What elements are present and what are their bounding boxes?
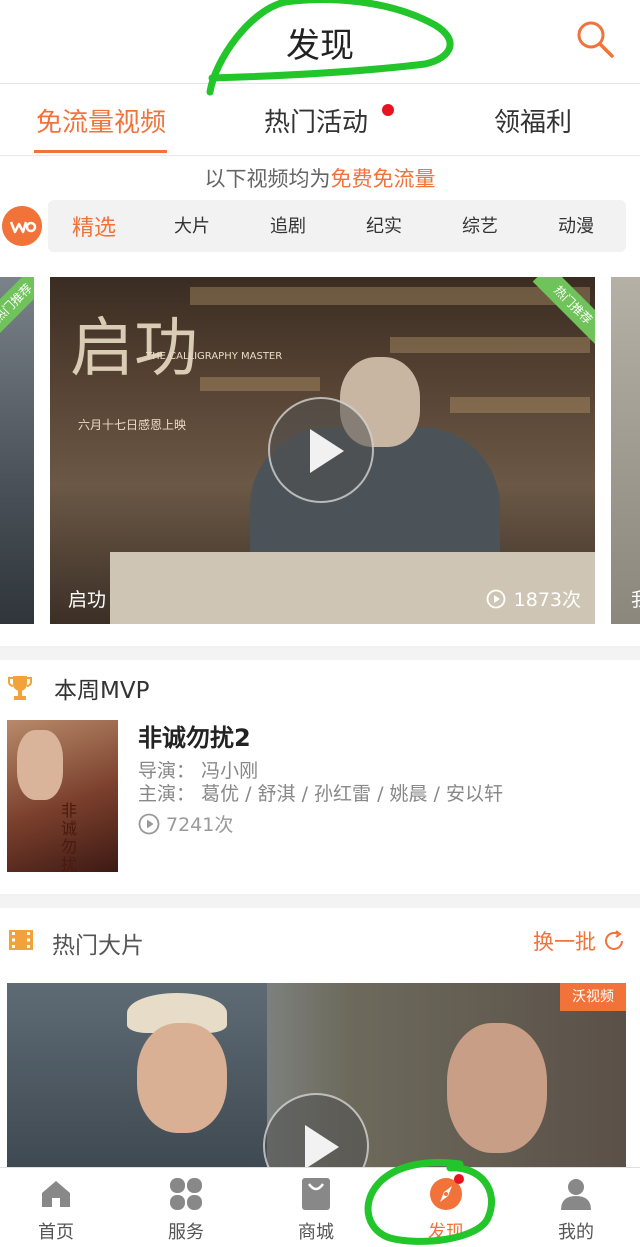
home-icon [42,1181,70,1207]
background-shelf [390,337,590,353]
mvp-section-title: 本周MVP [54,678,150,704]
nav-item-discover[interactable]: 发现 [396,1174,496,1244]
wo-video-badge: 沃视频 [560,983,626,1011]
free-traffic-notice: 以下视频均为免费免流量 [0,163,640,193]
wo-video-logo-icon [2,206,42,246]
play-icon [305,1125,339,1169]
mvp-poster[interactable]: 非诚勿扰II [7,720,118,872]
play-count-icon [486,589,506,608]
hot-recommend-badge: 热门推荐 [0,277,34,344]
mvp-view-count: 7241次 [138,810,233,837]
section-divider [0,894,640,908]
category-variety[interactable]: 综艺 [462,212,498,238]
page-title: 发现 [286,26,354,66]
active-tab-indicator [34,150,167,153]
mvp-movie-title[interactable]: 非诚勿扰2 [138,718,251,753]
poster-face [17,730,63,800]
nav-label-home: 首页 [38,1222,74,1243]
refresh-label: 换一批 [533,930,596,954]
notification-dot [382,104,394,116]
refresh-button[interactable]: 换一批 [533,926,626,956]
hot-movie-thumbnail[interactable]: 沃视频 [7,983,626,1173]
background-shelf [200,377,320,391]
thumbnail-face [137,1023,227,1133]
poster-title-art: 非诚勿扰II [61,801,78,873]
film-strip-icon [9,930,33,950]
poster-art-english: THE CALLIGRAPHY MASTER [146,351,283,362]
slide-caption: 启功 [68,589,107,611]
search-icon[interactable] [574,18,616,60]
refresh-icon [605,930,623,950]
thumbnail-face [447,1023,547,1153]
section-divider [0,646,640,660]
trophy-icon [8,676,32,700]
grid-icon [170,1178,202,1210]
category-series[interactable]: 追剧 [270,212,306,238]
nav-label-discover: 发现 [428,1222,464,1243]
cast-names: 葛优 / 舒淇 / 孙红雷 / 姚晨 / 安以轩 [201,783,503,805]
notice-highlight: 免费免流量 [330,167,436,191]
play-count-icon [138,813,160,834]
shopping-bag-icon [302,1178,330,1210]
bottom-nav: 首页 服务 商城 发现 我的 [0,1167,640,1247]
mvp-cast: 主演： 葛优 / 舒淇 / 孙红雷 / 姚晨 / 安以轩 [138,779,503,806]
nav-item-home[interactable]: 首页 [6,1176,106,1244]
hot-movies-title: 热门大片 [52,933,144,959]
nav-item-mall[interactable]: 商城 [266,1176,366,1244]
cast-label: 主演： [138,783,196,805]
background-shelf [190,287,590,305]
notification-dot [454,1174,464,1184]
slide-caption-next: 我 [631,585,640,612]
notice-text: 以下视频均为 [204,167,331,191]
background-shelf [450,397,590,413]
tab-benefits[interactable]: 领福利 [494,102,572,139]
tab-free-video[interactable]: 免流量视频 [36,102,166,139]
top-bar: 发现 [0,0,640,84]
poster-art-title: 启功 [70,312,198,386]
carousel-slide-previous[interactable]: 热门推荐 [0,277,34,624]
category-featured[interactable]: 精选 [72,210,116,242]
nav-label-mall: 商城 [298,1222,334,1243]
nav-item-services[interactable]: 服务 [136,1176,236,1244]
category-anime[interactable]: 动漫 [558,212,594,238]
user-icon [561,1179,591,1210]
carousel-slide-main[interactable]: 启功 THE CALLIGRAPHY MASTER 六月十七日感恩上映 启功 1… [50,277,595,624]
view-count-text: 1873次 [513,589,581,611]
view-count: 1873次 [486,585,581,612]
poster-art-date: 六月十七日感恩上映 [78,418,187,432]
nav-label-mine: 我的 [558,1222,594,1243]
carousel-slide-next[interactable]: 我 [611,277,640,624]
category-bar: 精选 大片 追剧 纪实 综艺 动漫 [48,200,626,252]
category-blockbuster[interactable]: 大片 [174,212,210,238]
category-documentary[interactable]: 纪实 [366,212,402,238]
mvp-view-count-text: 7241次 [166,814,234,836]
play-icon [310,429,344,473]
play-button[interactable] [263,1093,369,1173]
nav-item-mine[interactable]: 我的 [526,1176,626,1244]
tab-hot-activities[interactable]: 热门活动 [264,102,368,139]
play-button[interactable] [268,397,374,503]
nav-label-services: 服务 [168,1222,204,1243]
top-tabs: 免流量视频 热门活动 领福利 [0,84,640,156]
